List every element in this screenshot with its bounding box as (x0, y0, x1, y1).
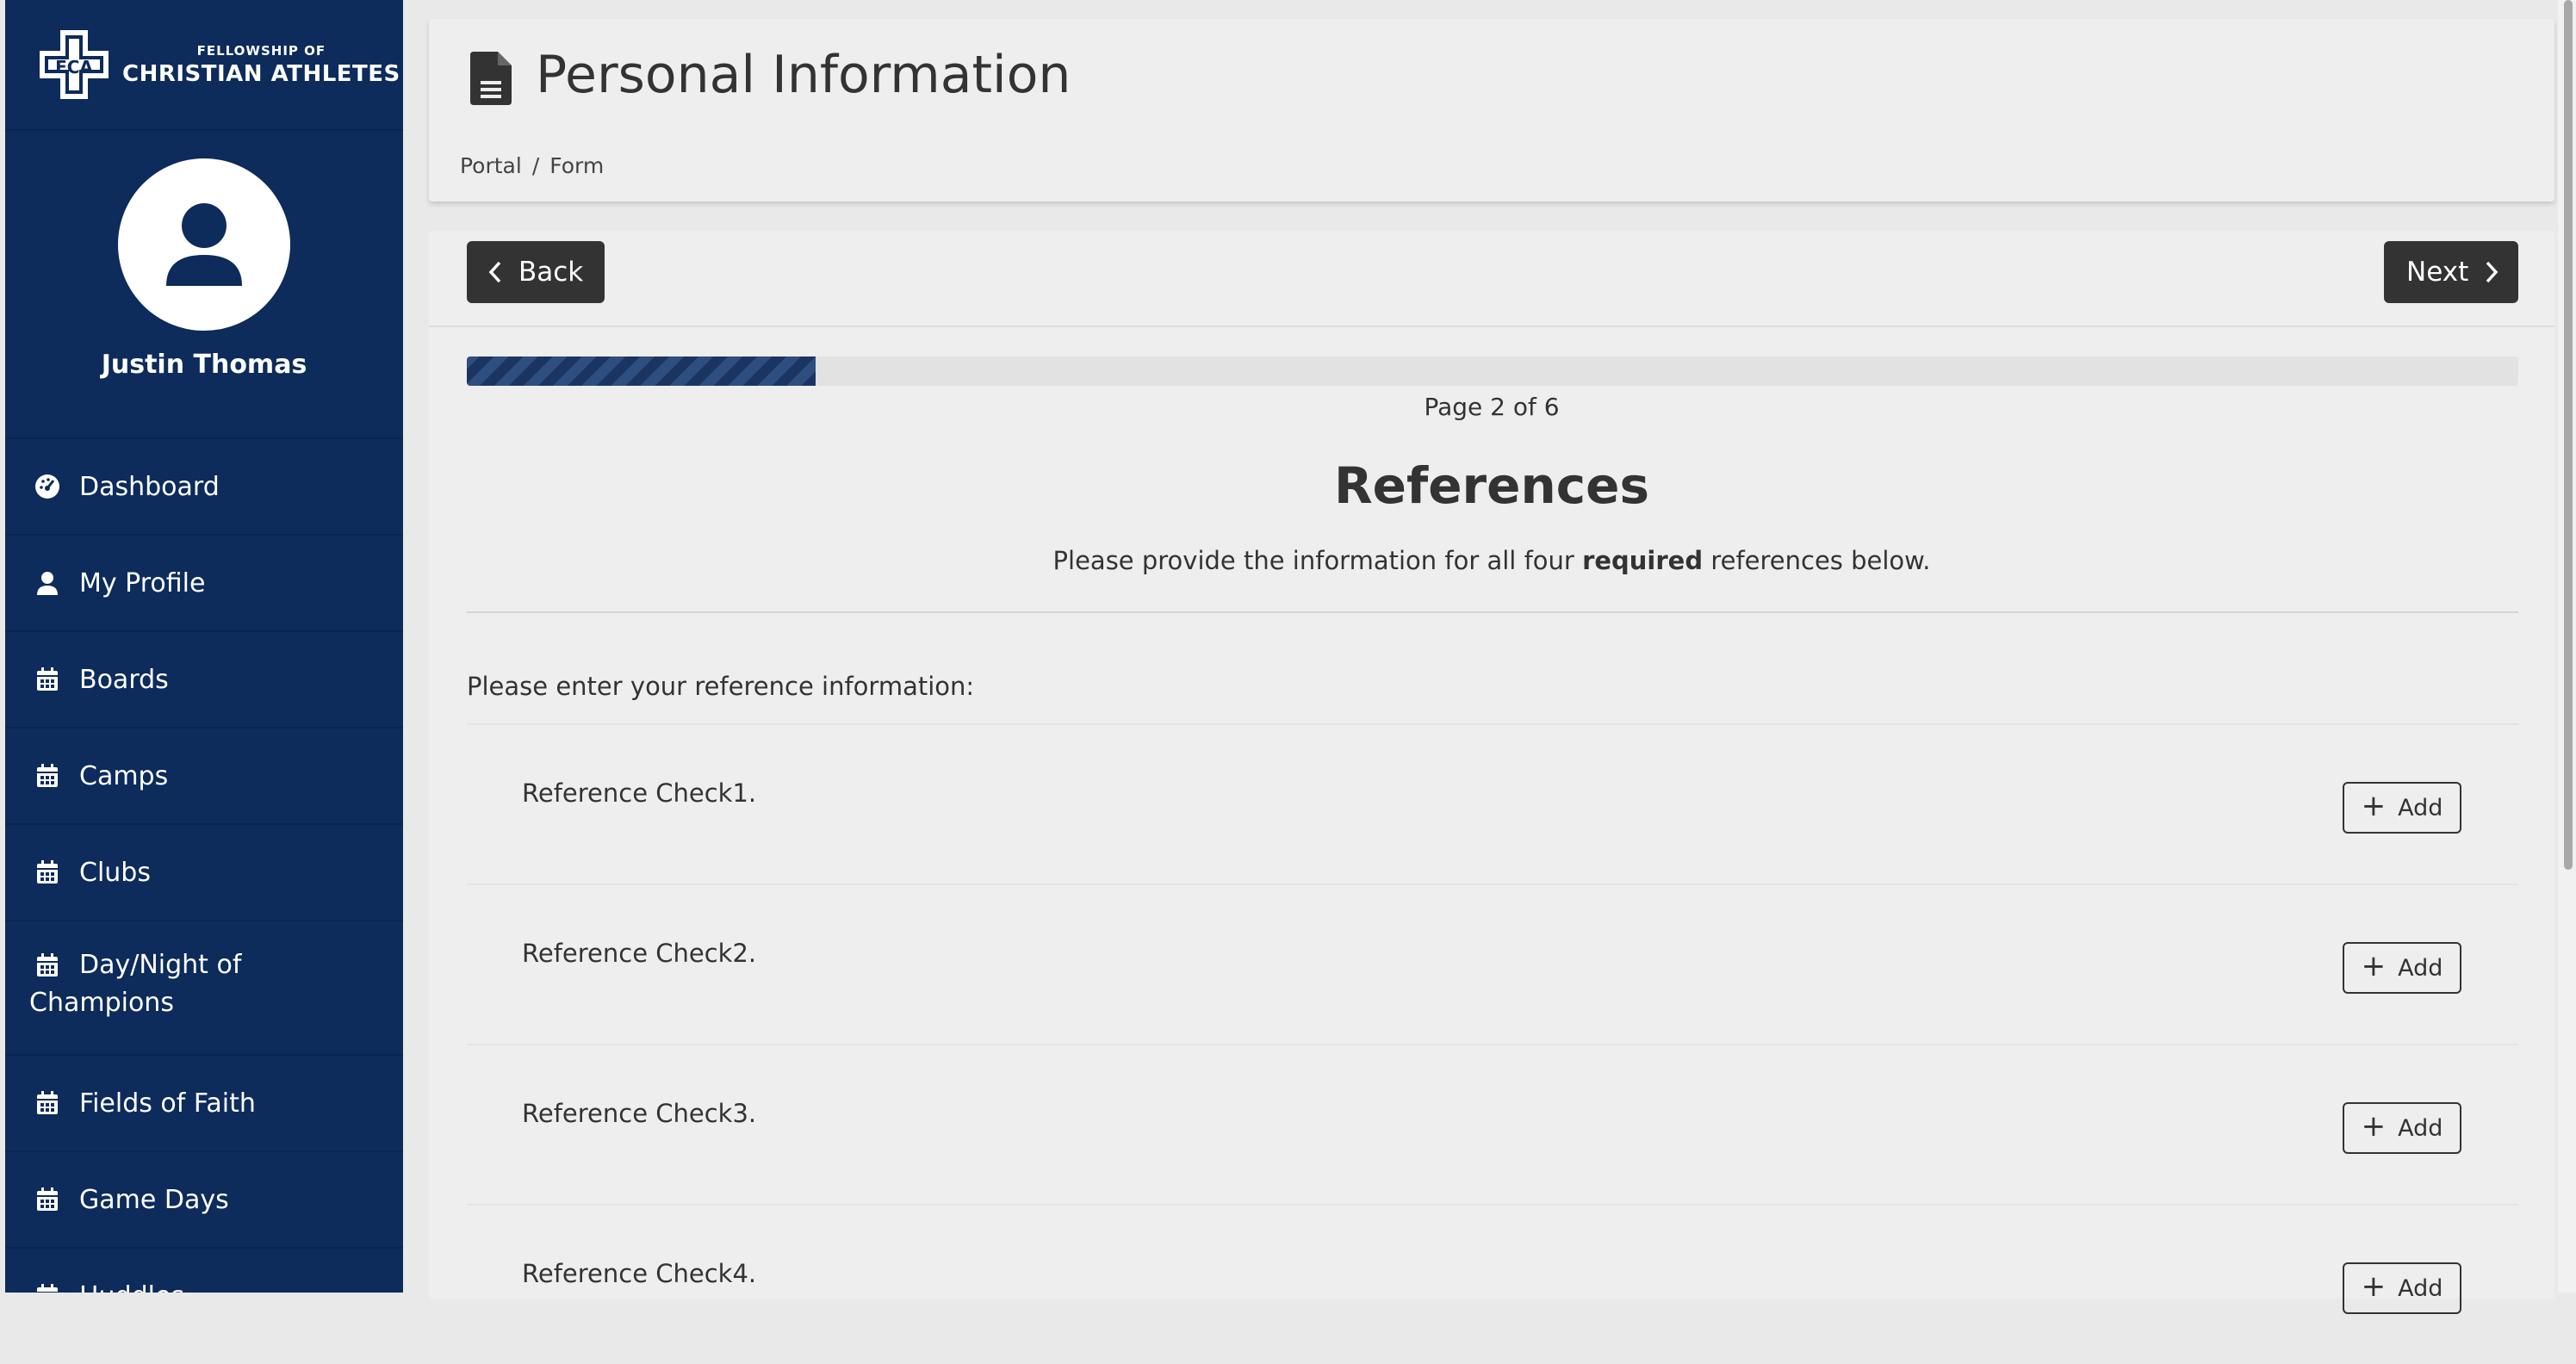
progress-bar-fill (467, 356, 816, 386)
user-avatar-icon (166, 203, 242, 286)
breadcrumb-portal-link[interactable]: Portal (460, 153, 522, 178)
sidebar-item-label: Day/Night of Champions (29, 946, 379, 1022)
progress-bar (467, 356, 2518, 386)
reference-row-3: Reference Check3. + Add (467, 1044, 2518, 1204)
plus-icon: + (2361, 1109, 2387, 1144)
user-name: Justin Thomas (101, 350, 307, 380)
document-icon (470, 52, 512, 105)
reference-label: Reference Check2. (522, 939, 757, 968)
reference-row-2: Reference Check2. + Add (467, 884, 2518, 1044)
back-button-label: Back (518, 257, 584, 288)
breadcrumb: Portal / Form (460, 153, 604, 178)
sidebar-item-dashboard[interactable]: Dashboard (5, 439, 403, 536)
plus-icon: + (2361, 949, 2387, 983)
sidebar-item-label: Game Days (79, 1184, 229, 1215)
sidebar-item-label: Clubs (79, 857, 151, 888)
instructions-text-part1: Please provide the information for all f… (1052, 546, 1583, 575)
reference-label: Reference Check1. (522, 778, 757, 808)
add-reference-1-button[interactable]: + Add (2343, 782, 2461, 834)
brand-line1: FELLOWSHIP OF (196, 42, 326, 59)
sidebar-item-game-days[interactable]: Game Days (5, 1152, 403, 1249)
sidebar-item-clubs[interactable]: Clubs (5, 825, 403, 921)
chevron-left-icon (488, 261, 501, 283)
sidebar-item-label: Fields of Faith (79, 1088, 256, 1119)
calendar-icon (37, 953, 58, 976)
sidebar-item-fields-of-faith[interactable]: Fields of Faith (5, 1056, 403, 1152)
calendar-icon (37, 860, 58, 884)
back-button[interactable]: Back (467, 241, 605, 303)
calendar-icon (37, 1187, 58, 1211)
reference-label: Reference Check4. (522, 1259, 757, 1288)
scrollbar-thumb[interactable] (2564, 0, 2573, 870)
user-block: Justin Thomas (5, 131, 403, 439)
sidebar-item-camps[interactable]: Camps (5, 728, 403, 825)
add-button-label: Add (2398, 1114, 2443, 1142)
plus-icon: + (2361, 789, 2387, 823)
sidebar-item-label-line1: Day/Night of (79, 950, 242, 980)
brand-line2: CHRISTIAN ATHLETES (122, 60, 400, 87)
calendar-icon (37, 1284, 58, 1293)
sidebar-item-label: Dashboard (79, 471, 220, 502)
add-button-label: Add (2398, 1274, 2443, 1302)
sidebar-item-label: Huddles (79, 1281, 184, 1293)
plus-icon: + (2361, 1269, 2387, 1304)
sidebar-item-my-profile[interactable]: My Profile (5, 536, 403, 632)
reference-prompt: Please enter your reference information: (467, 672, 975, 701)
add-reference-4-button[interactable]: + Add (2343, 1262, 2461, 1314)
sidebar-item-label: Boards (79, 664, 169, 695)
reference-label: Reference Check3. (522, 1099, 757, 1128)
add-reference-3-button[interactable]: + Add (2343, 1102, 2461, 1154)
user-icon (37, 572, 58, 595)
sidebar-item-wrap: Day/Night of Champions (29, 950, 379, 1022)
brand-text: FELLOWSHIP OF CHRISTIAN ATHLETES (122, 42, 400, 87)
page-header: Personal Information Portal / Form (429, 19, 2554, 202)
calendar-icon (37, 1091, 58, 1114)
instructions-required-emphasis: required (1582, 546, 1704, 575)
divider (429, 326, 2554, 327)
instructions-text: Please provide the information for all f… (429, 546, 2554, 575)
calendar-icon (37, 764, 58, 787)
calendar-icon (37, 667, 58, 691)
sidebar-item-label-line2: Champions (29, 988, 174, 1018)
reference-row-4: Reference Check4. + Add (467, 1204, 2518, 1364)
add-button-label: Add (2398, 954, 2443, 982)
page-indicator: Page 2 of 6 (1424, 393, 1560, 421)
next-button-label: Next (2406, 257, 2469, 288)
page-title: Personal Information (536, 45, 1071, 105)
chevron-right-icon (2486, 261, 2498, 283)
form-card: Back Next Page 2 of 6 References Please … (429, 231, 2554, 1314)
add-reference-2-button[interactable]: + Add (2343, 942, 2461, 994)
divider (467, 611, 2518, 613)
breadcrumb-separator: / (531, 153, 540, 178)
brand-logo-block[interactable]: FCA FELLOWSHIP OF CHRISTIAN ATHLETES (5, 0, 403, 131)
sidebar-item-label: Camps (79, 760, 169, 791)
avatar[interactable] (118, 158, 290, 331)
sidebar-item-day-night-of-champions[interactable]: Day/Night of Champions (5, 921, 403, 1056)
sidebar-item-label: My Profile (79, 567, 206, 598)
dashboard-gauge-icon (35, 474, 59, 499)
svg-text:FCA: FCA (55, 57, 93, 78)
fca-logo-icon: FCA (40, 30, 109, 99)
breadcrumb-current: Form (549, 153, 605, 178)
instructions-text-part2: references below. (1703, 546, 1931, 575)
reference-row-1: Reference Check1. + Add (467, 723, 2518, 884)
sidebar: FCA FELLOWSHIP OF CHRISTIAN ATHLETES Jus… (5, 0, 403, 1293)
sidebar-item-huddles[interactable]: Huddles (5, 1249, 403, 1293)
add-button-label: Add (2398, 794, 2443, 822)
sidebar-item-boards[interactable]: Boards (5, 632, 403, 728)
next-button[interactable]: Next (2384, 241, 2518, 303)
section-title: References (1333, 456, 1650, 515)
